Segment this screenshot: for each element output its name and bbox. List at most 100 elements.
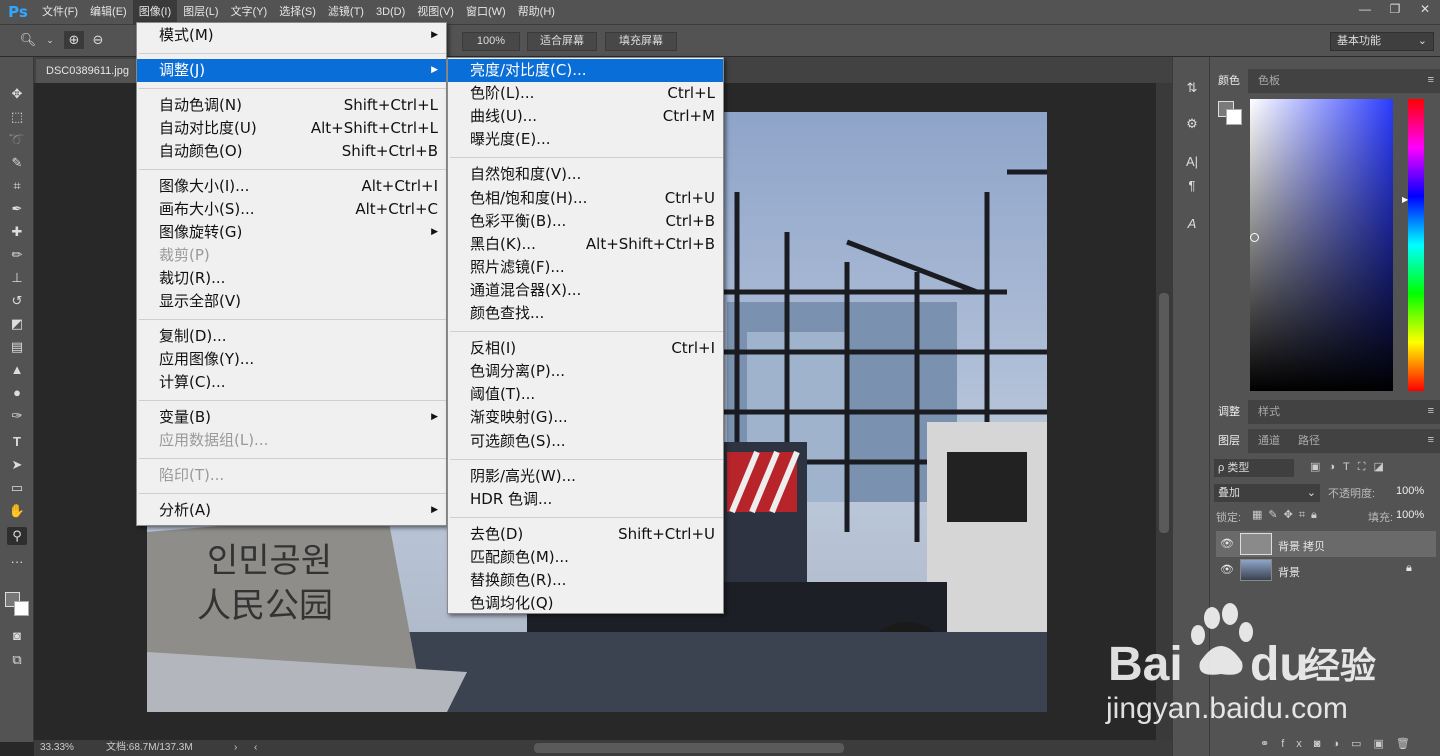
menu-item[interactable]: 选择(S): [273, 0, 322, 24]
menu-option[interactable]: 替换颜色(R)...: [448, 569, 723, 592]
tab-color[interactable]: 颜色: [1210, 69, 1248, 93]
zoom-in-icon[interactable]: ⊕: [64, 31, 84, 49]
eyedropper-tool-icon[interactable]: ✒: [7, 200, 27, 218]
menu-item[interactable]: 视图(V): [411, 0, 460, 24]
menu-option[interactable]: 裁剪(P): [137, 244, 446, 267]
menu-option[interactable]: 显示全部(V): [137, 290, 446, 313]
menu-option[interactable]: 色相/饱和度(H)... Ctrl+U: [448, 187, 723, 210]
background-color-swatch[interactable]: [14, 601, 29, 616]
menu-option[interactable]: 自动对比度(U) Alt+Shift+Ctrl+L: [137, 117, 446, 140]
paragraph-icon[interactable]: ¶: [1183, 177, 1201, 195]
clone-stamp-tool-icon[interactable]: ⊥: [7, 269, 27, 287]
fill-value[interactable]: 100%: [1396, 509, 1424, 521]
zoom-tool-preset-icon[interactable]: 🔍︎: [18, 31, 38, 49]
color-picker-cursor[interactable]: [1250, 233, 1259, 242]
lock-icons[interactable]: ▦✎✥⌗🔒︎: [1252, 508, 1323, 522]
horizontal-scroll-thumb[interactable]: [534, 743, 844, 753]
menu-option[interactable]: 应用图像(Y)...: [137, 348, 446, 371]
rectangle-tool-icon[interactable]: ▭: [7, 479, 27, 497]
color-picker-field[interactable]: [1250, 99, 1393, 391]
panel-menu-icon[interactable]: ≡: [1428, 405, 1434, 417]
fill-screen-button[interactable]: 填充屏幕: [605, 32, 677, 51]
menu-option[interactable]: 自动色调(N) Shift+Ctrl+L: [137, 94, 446, 117]
chevron-left-icon[interactable]: ‹: [254, 740, 257, 756]
layer-filter-select[interactable]: ρ 类型: [1214, 459, 1294, 477]
minimize-button[interactable]: —: [1350, 0, 1380, 20]
crop-tool-icon[interactable]: ⌗: [7, 177, 27, 195]
brush-tool-icon[interactable]: ✏: [7, 246, 27, 264]
menu-option[interactable]: 去色(D) Shift+Ctrl+U: [448, 523, 723, 546]
menu-option[interactable]: HDR 色调...: [448, 488, 723, 511]
workspace-select[interactable]: 基本功能 ⌄: [1330, 32, 1434, 51]
eye-icon[interactable]: 👁︎: [1220, 537, 1234, 550]
fit-screen-button[interactable]: 适合屏幕: [527, 32, 597, 51]
menu-option[interactable]: 色调分离(P)...: [448, 360, 723, 383]
chevron-down-icon[interactable]: ⌄: [40, 31, 60, 49]
tab-paths[interactable]: 路径: [1290, 429, 1328, 453]
gradient-tool-icon[interactable]: ▤: [7, 338, 27, 356]
menu-item[interactable]: 文字(Y): [225, 0, 274, 24]
actions-icon[interactable]: ⚙: [1183, 115, 1201, 133]
zoom-readout[interactable]: 33.33%: [40, 740, 74, 756]
path-select-tool-icon[interactable]: ➤: [7, 456, 27, 474]
tab-styles[interactable]: 样式: [1250, 400, 1288, 424]
opacity-value[interactable]: 100%: [1396, 485, 1424, 497]
zoom-out-icon[interactable]: ⊖: [88, 31, 108, 49]
menu-item[interactable]: 帮助(H): [512, 0, 561, 24]
zoom-100-button[interactable]: 100%: [462, 32, 520, 51]
menu-option[interactable]: 反相(I) Ctrl+I: [448, 337, 723, 360]
menu-option[interactable]: 色阶(L)... Ctrl+L: [448, 82, 723, 105]
menu-item[interactable]: 图层(L): [177, 0, 224, 24]
glyphs-icon[interactable]: A: [1183, 215, 1201, 233]
panel-menu-icon[interactable]: ≡: [1428, 434, 1434, 446]
menu-option[interactable]: 变量(B) ▶: [137, 406, 446, 429]
menu-option[interactable]: 阈值(T)...: [448, 383, 723, 406]
menu-option[interactable]: 渐变映射(G)...: [448, 406, 723, 429]
menu-option[interactable]: 图像大小(I)... Alt+Ctrl+I: [137, 175, 446, 198]
move-tool-icon[interactable]: ✥: [7, 85, 27, 103]
menu-option[interactable]: 调整(J) ▶: [137, 59, 446, 82]
menu-option[interactable]: 应用数据组(L)...: [137, 429, 446, 452]
dodge-tool-icon[interactable]: ●: [7, 384, 27, 402]
hand-tool-icon[interactable]: ✋: [7, 502, 27, 520]
menu-item[interactable]: 3D(D): [370, 0, 411, 24]
type-tool-icon[interactable]: T: [7, 433, 27, 451]
menu-option[interactable]: 计算(C)...: [137, 371, 446, 394]
more-tools-icon[interactable]: ···: [7, 553, 27, 571]
menu-option[interactable]: 色调均化(Q): [448, 592, 723, 615]
menu-option[interactable]: 亮度/对比度(C)...: [448, 59, 723, 82]
layer-row-background-copy[interactable]: 👁︎ 背景 拷贝: [1216, 531, 1436, 557]
menu-option[interactable]: 图像旋转(G) ▶: [137, 221, 446, 244]
menu-item[interactable]: 文件(F): [36, 0, 84, 24]
screen-mode-icon[interactable]: ⧉: [7, 651, 27, 669]
layer-actions-bar[interactable]: ⚭fx◙◑▭▣🗑︎: [1260, 737, 1422, 750]
menu-option[interactable]: 可选颜色(S)...: [448, 430, 723, 453]
menu-option[interactable]: 自然饱和度(V)...: [448, 163, 723, 186]
tab-channels[interactable]: 通道: [1250, 429, 1288, 453]
menu-option[interactable]: 模式(M) ▶: [137, 24, 446, 47]
hue-slider[interactable]: [1408, 99, 1424, 391]
tab-adjustments[interactable]: 调整: [1210, 400, 1248, 424]
menu-option[interactable]: 自动颜色(O) Shift+Ctrl+B: [137, 140, 446, 163]
menu-option[interactable]: 照片滤镜(F)...: [448, 256, 723, 279]
zoom-tool-icon[interactable]: ⚲: [7, 527, 27, 545]
layer-row-background[interactable]: 👁︎ 背景 🔒︎: [1216, 557, 1436, 583]
history-brush-tool-icon[interactable]: ↺: [7, 292, 27, 310]
blend-mode-select[interactable]: 叠加 ⌄: [1214, 484, 1320, 502]
menu-item[interactable]: 窗口(W): [460, 0, 512, 24]
menu-option[interactable]: 黑白(K)... Alt+Shift+Ctrl+B: [448, 233, 723, 256]
history-icon[interactable]: ⇅: [1183, 79, 1201, 97]
menu-option[interactable]: 通道混合器(X)...: [448, 279, 723, 302]
scroll-thumb[interactable]: [1159, 293, 1169, 533]
eye-icon[interactable]: 👁︎: [1220, 563, 1234, 576]
menu-option[interactable]: 画布大小(S)... Alt+Ctrl+C: [137, 198, 446, 221]
menu-item[interactable]: 编辑(E): [84, 0, 133, 24]
lasso-tool-icon[interactable]: ➰: [7, 131, 27, 149]
menu-option[interactable]: 陷印(T)...: [137, 464, 446, 487]
menu-option[interactable]: 匹配颜色(M)...: [448, 546, 723, 569]
chevron-right-icon[interactable]: ›: [234, 740, 237, 756]
quick-mask-icon[interactable]: ◙: [7, 627, 27, 645]
hue-slider-arrow-icon[interactable]: ▶: [1402, 195, 1408, 204]
menu-option[interactable]: 曲线(U)... Ctrl+M: [448, 105, 723, 128]
character-icon[interactable]: A|: [1183, 153, 1201, 171]
